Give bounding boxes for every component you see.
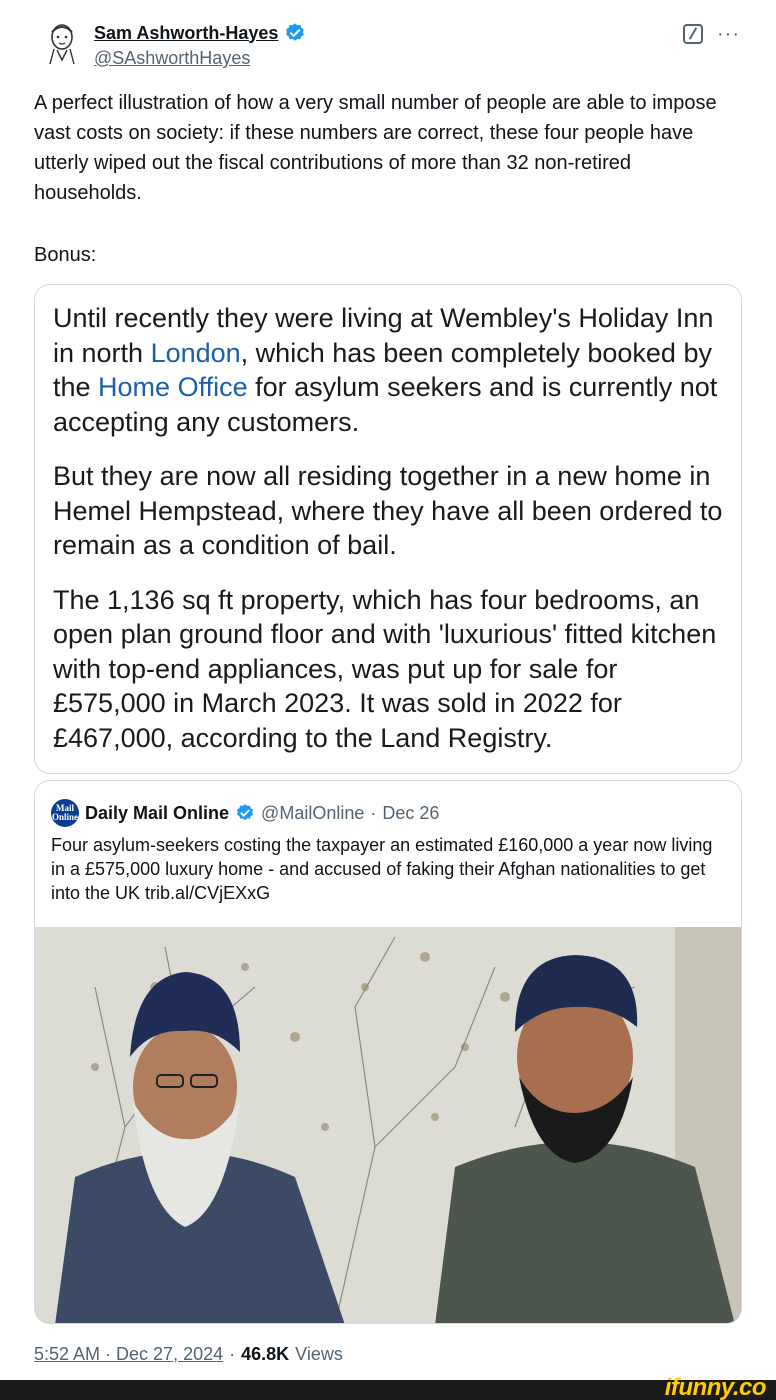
- grok-icon[interactable]: [683, 24, 704, 44]
- quoted-date[interactable]: Dec 26: [382, 803, 439, 824]
- tweet-footer: 5:52 AM · Dec 27, 2024 · 46.8K Views: [34, 1344, 343, 1365]
- article-paragraph-2: But they are now all residing together i…: [53, 461, 723, 560]
- views-label: Views: [295, 1344, 343, 1364]
- quoted-tweet[interactable]: Mail Online Daily Mail Online @MailOnlin…: [34, 780, 742, 1324]
- news-photo[interactable]: [35, 927, 741, 1323]
- article-screenshot[interactable]: Until recently they were living at Wembl…: [34, 284, 742, 774]
- verified-badge-icon: [286, 23, 305, 41]
- author-name-row: Sam Ashworth-Hayes: [94, 22, 306, 44]
- article-paragraph-3: The 1,136 sq ft property, which has four…: [53, 584, 717, 753]
- author-name[interactable]: Sam Ashworth-Hayes: [94, 23, 278, 44]
- quoted-author-handle[interactable]: @MailOnline: [261, 803, 364, 824]
- tweet-bonus-text: Bonus:: [34, 244, 97, 266]
- watermark-bar: ifunny.co: [0, 1374, 776, 1400]
- verified-badge-icon: [237, 804, 254, 821]
- quoted-author-name[interactable]: Daily Mail Online: [85, 803, 229, 824]
- daily-mail-logo[interactable]: Mail Online: [51, 799, 79, 827]
- tweet-actions-top: ···: [683, 24, 740, 44]
- avatar-sketch-icon: [49, 24, 75, 65]
- quoted-tweet-header: Mail Online Daily Mail Online @MailOnlin…: [51, 799, 439, 827]
- author-avatar[interactable]: [40, 20, 84, 68]
- home-office-link: Home Office: [98, 372, 248, 402]
- article-paragraph-1: Until recently they were living at Wembl…: [53, 301, 723, 439]
- london-link: London: [150, 337, 241, 368]
- photo-illustration: [35, 927, 741, 1323]
- author-handle[interactable]: @SAshworthHayes: [94, 48, 250, 69]
- tweet-timestamp[interactable]: 5:52 AM · Dec 27, 2024: [34, 1344, 223, 1365]
- ifunny-watermark: ifunny.co: [664, 1374, 767, 1400]
- quoted-separator: ·: [370, 802, 377, 823]
- more-options-icon[interactable]: ···: [717, 24, 740, 44]
- tweet-text: A perfect illustration of how a very sma…: [34, 92, 723, 204]
- views-count: 46.8K: [241, 1344, 290, 1364]
- tweet-card: Sam Ashworth-Hayes @SAshworthHayes ··· A…: [0, 0, 776, 1380]
- logo-text: Mail Online: [51, 803, 78, 822]
- footer-separator: ·: [229, 1344, 236, 1364]
- quoted-tweet-text: Four asylum-seekers costing the taxpayer…: [51, 835, 713, 903]
